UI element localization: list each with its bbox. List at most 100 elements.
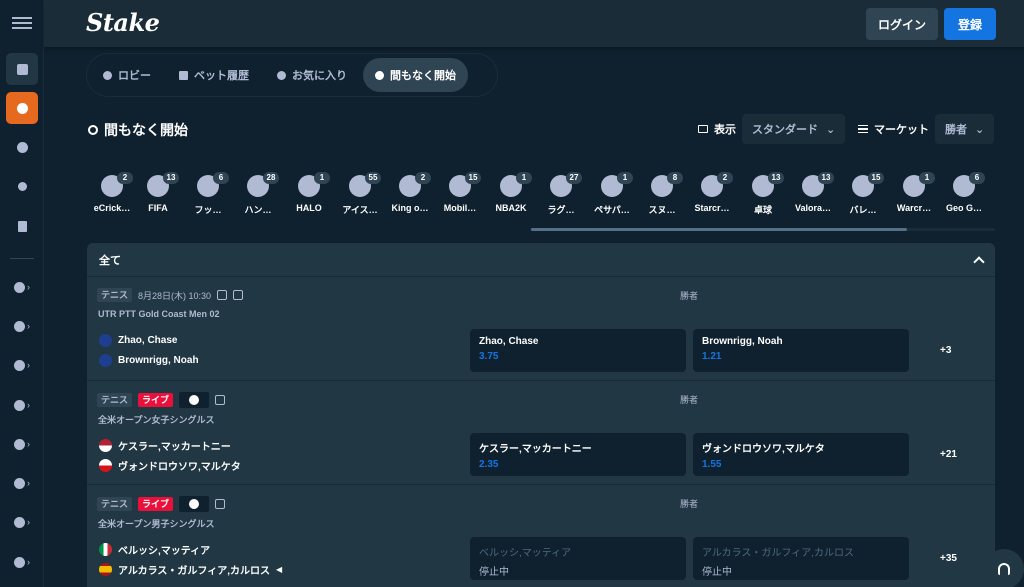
more-markets-button[interactable]: +3: [940, 345, 951, 356]
rail-sport-3-icon[interactable]: ›: [6, 349, 38, 381]
sport-item-king-of-glory[interactable]: 2 King o…: [385, 153, 435, 225]
odds-button-away[interactable]: ヴォンドロウソワ,マルケタ 1.55: [693, 433, 909, 476]
bet-slip-icon[interactable]: [6, 210, 38, 242]
odds-button-home[interactable]: Zhao, Chase 3.75: [470, 329, 686, 372]
top-header: Stake ログイン 登録: [44, 0, 1024, 47]
rail-esports-icon[interactable]: ›: [6, 546, 38, 578]
panel-header[interactable]: 全て: [87, 243, 995, 277]
sport-item-table-tennis[interactable]: 13 卓球: [738, 153, 788, 225]
sport-item-pesapallo[interactable]: 1 ペサパ…: [587, 153, 637, 225]
view-control: 表示 スタンダード ⌄: [698, 114, 846, 144]
team-away: アルカラス・ガルフィア,カルロス ◀: [99, 562, 282, 577]
casino-icon[interactable]: [6, 53, 38, 85]
live-support-button[interactable]: [984, 549, 1024, 587]
rail-language-icon[interactable]: ›: [6, 506, 38, 538]
market-select[interactable]: 勝者 ⌄: [935, 114, 995, 144]
league-name[interactable]: UTR PTT Gold Coast Men 02: [98, 309, 220, 319]
sport-item-snooker[interactable]: 8 スヌ…: [637, 153, 687, 225]
headset-icon: [998, 563, 1010, 575]
tab-favorites[interactable]: お気に入り: [265, 58, 359, 92]
team-home: ベルッシ,マッティア: [99, 542, 210, 557]
sport-item-mobile-legends[interactable]: 15 Mobil…: [435, 153, 485, 225]
australia-flag-icon: [99, 354, 112, 367]
page-title: 間もなく開始: [88, 120, 188, 140]
chevron-down-icon: ⌄: [975, 123, 985, 136]
stats-icon[interactable]: [215, 499, 226, 509]
sport-item-ice-hockey[interactable]: 55 アイス…: [335, 153, 385, 225]
register-button[interactable]: 登録: [944, 8, 996, 40]
stake-logo[interactable]: Stake: [86, 8, 160, 37]
stats-icon[interactable]: [233, 290, 244, 300]
sport-item-ecricket[interactable]: 2 eCrick…: [87, 153, 137, 225]
sport-item-handball[interactable]: 28 ハン…: [233, 153, 283, 225]
more-markets-button[interactable]: +21: [940, 449, 957, 460]
league-name[interactable]: 全米オープン男子シングルス: [98, 517, 214, 530]
sport-tag: テニス: [97, 288, 133, 302]
stopwatch-icon[interactable]: [6, 170, 38, 202]
tab-starting-soon[interactable]: 間もなく開始: [363, 58, 468, 92]
chevron-up-icon[interactable]: [973, 255, 985, 268]
sport-item-rugby[interactable]: 27 ラグ…: [536, 153, 586, 225]
sport-category-strip: 2 eCrick… 13 FIFA 6 フッ… 28 ハン… 1 HALO 55 アイス… …: [87, 153, 995, 235]
live-stream-thumbnail[interactable]: [179, 392, 210, 408]
league-name[interactable]: 全米オープン女子シングルス: [98, 413, 214, 426]
market-control: マーケット 勝者 ⌄: [858, 114, 995, 144]
monitor-icon: [698, 125, 708, 133]
spain-flag-icon: [99, 563, 112, 576]
sport-tag: テニス: [97, 497, 133, 511]
lobby-icon: [103, 70, 112, 80]
live-badge: ライブ: [138, 393, 174, 407]
australia-flag-icon: [99, 334, 112, 347]
event-date: 8月28日(木) 10:30: [138, 290, 212, 301]
rail-sport-1-icon[interactable]: ›: [6, 271, 38, 303]
sport-item-halo[interactable]: 1 HALO: [284, 153, 334, 225]
odds-button-home[interactable]: ケスラー,マッカートニー 2.35: [470, 433, 686, 476]
rail-divider: [10, 258, 34, 259]
events-panel: 全て テニス 8月28日(木) 10:30 UTR PTT Gold Coast…: [87, 243, 995, 587]
rail-horse-icon[interactable]: ›: [6, 428, 38, 460]
strip-scrollbar-thumb[interactable]: [531, 228, 907, 231]
rail-promo-icon[interactable]: ›: [6, 467, 38, 499]
live-play-icon[interactable]: [6, 131, 38, 163]
sports-tabs: ロビー ベット履歴 お気に入り 間もなく開始: [87, 54, 497, 96]
tab-bet-history[interactable]: ベット履歴: [167, 58, 261, 92]
stopwatch-icon: [375, 70, 384, 80]
sport-item-football[interactable]: 6 フッ…: [183, 153, 233, 225]
sport-item-valorant[interactable]: 13 Valora…: [788, 153, 838, 225]
market-label: 勝者: [680, 291, 699, 301]
sport-item-volleyball[interactable]: 15 バレ…: [838, 153, 888, 225]
sport-item-nba2k[interactable]: 1 NBA2K: [486, 153, 536, 225]
odds-button-away[interactable]: Brownrigg, Noah 1.21: [693, 329, 909, 372]
rail-sport-4-icon[interactable]: ›: [6, 389, 38, 421]
stats-icon[interactable]: [215, 395, 226, 405]
sports-icon[interactable]: [6, 92, 38, 124]
rail-sport-2-icon[interactable]: ›: [6, 310, 38, 342]
usa-flag-icon: [99, 439, 112, 452]
left-rail: › › › › › › › ›: [0, 0, 44, 587]
italy-flag-icon: [99, 543, 112, 556]
sport-item-geoguessr[interactable]: 6 Geo G…: [939, 153, 989, 225]
menu-icon[interactable]: [12, 14, 32, 34]
login-button[interactable]: ログイン: [866, 8, 938, 40]
more-markets-button[interactable]: +35: [940, 553, 957, 564]
team-away: ヴォンドロウソワ,マルケタ: [99, 458, 241, 473]
sport-item-starcraft[interactable]: 2 Starcr…: [687, 153, 737, 225]
event-row: テニス 8月28日(木) 10:30 UTR PTT Gold Coast Me…: [87, 278, 995, 381]
receipt-icon: [179, 70, 188, 80]
market-label: 勝者: [680, 499, 699, 509]
odds-button-away[interactable]: アルカラス・ガルフィア,カルロス 停止中: [693, 537, 909, 580]
chevron-down-icon: ⌄: [826, 123, 836, 136]
team-away: Brownrigg, Noah: [99, 354, 199, 367]
tv-icon[interactable]: [217, 290, 228, 300]
team-home: Zhao, Chase: [99, 334, 177, 347]
list-icon: [858, 125, 868, 133]
czech-flag-icon: [99, 459, 112, 472]
live-stream-thumbnail[interactable]: [179, 496, 210, 512]
sport-item-fifa[interactable]: 13 FIFA: [133, 153, 183, 225]
tab-lobby[interactable]: ロビー: [91, 58, 163, 92]
market-label: 勝者: [680, 395, 699, 405]
sport-item-warcraft[interactable]: 1 Warcr…: [889, 153, 939, 225]
live-badge: ライブ: [138, 497, 174, 511]
view-select[interactable]: スタンダード ⌄: [742, 114, 846, 144]
odds-button-home[interactable]: ベルッシ,マッティア 停止中: [470, 537, 686, 580]
